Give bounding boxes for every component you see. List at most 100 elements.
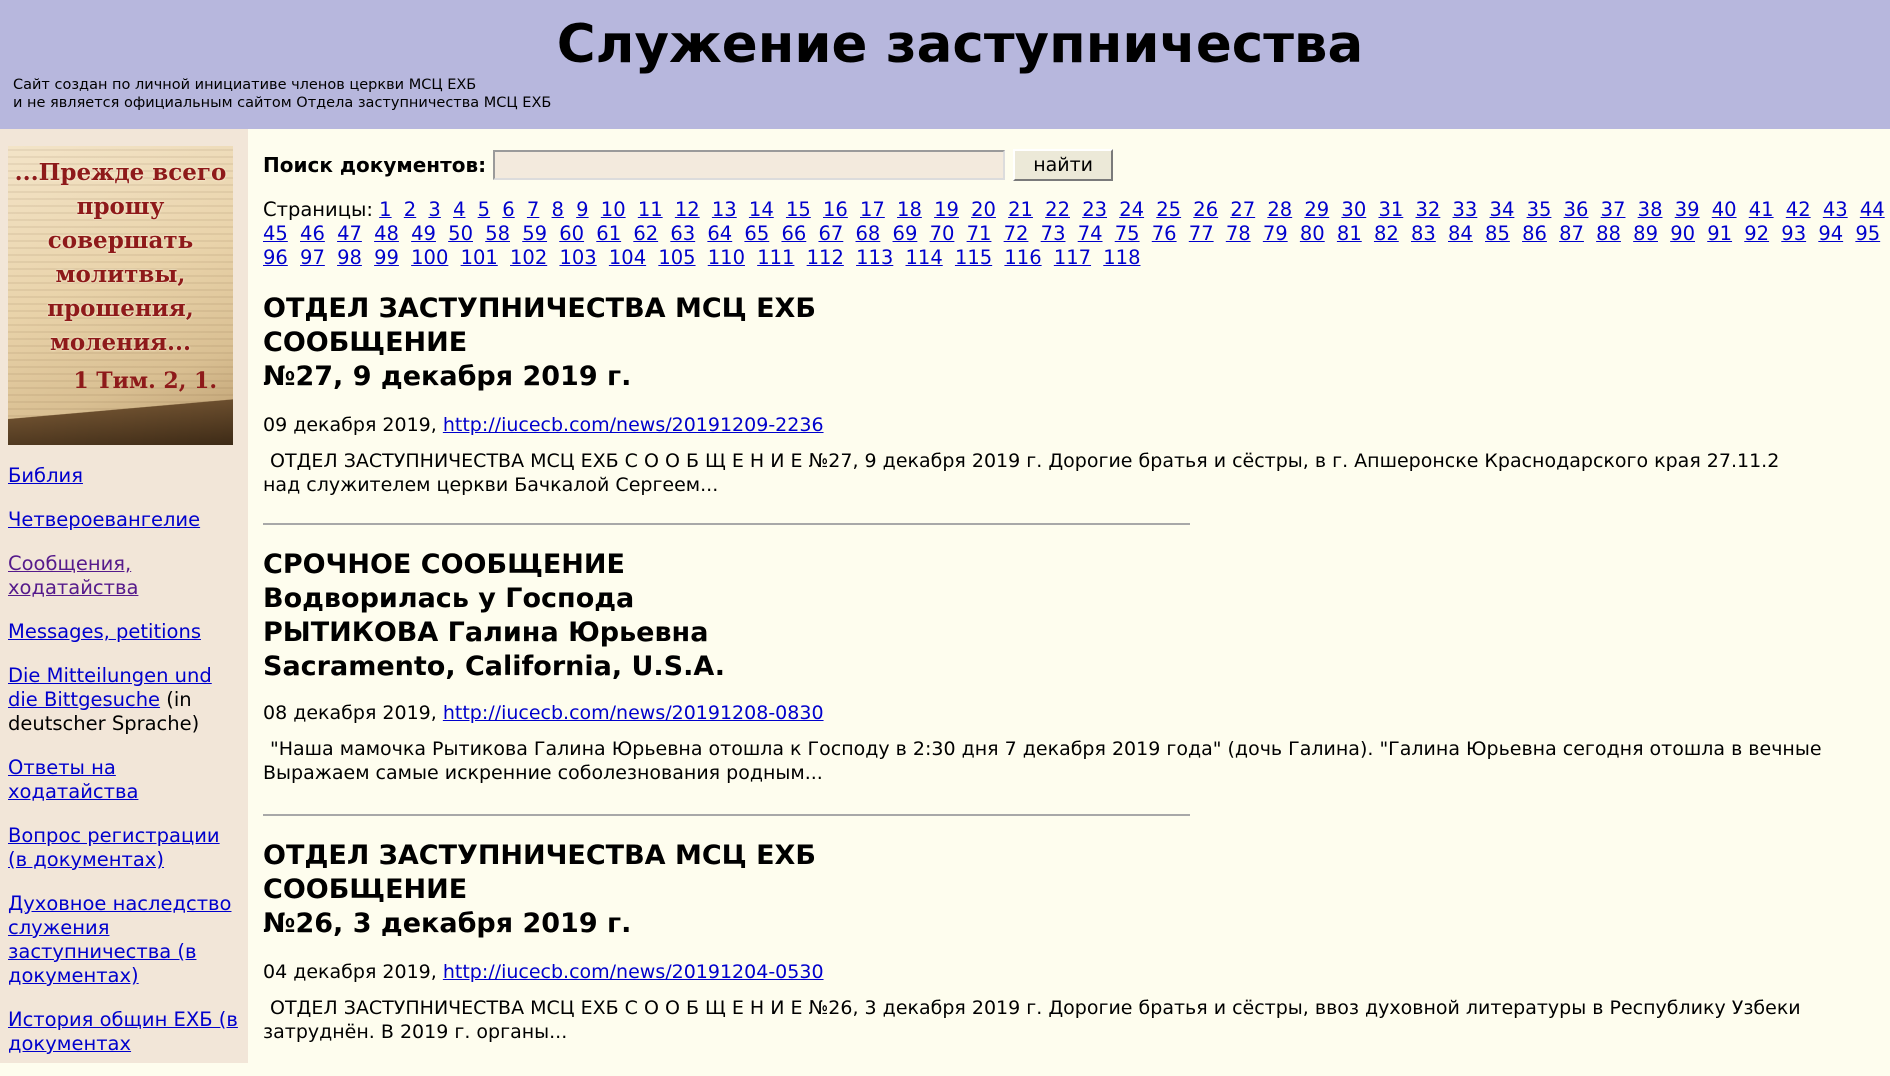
page-link[interactable]: 73 <box>1041 222 1066 245</box>
page-link[interactable]: 4 <box>453 198 465 221</box>
news-url-link[interactable]: http://iucecb.com/news/20191209-2236 <box>443 414 824 436</box>
page-link[interactable]: 62 <box>633 222 658 245</box>
page-link[interactable]: 1 <box>379 198 391 221</box>
page-link[interactable]: 113 <box>856 246 893 269</box>
page-link[interactable]: 64 <box>707 222 732 245</box>
page-link[interactable]: 97 <box>300 246 325 269</box>
sidebar-link-bible[interactable]: Библия <box>8 464 83 487</box>
page-link[interactable]: 37 <box>1601 198 1626 221</box>
sidebar-link-history[interactable]: История общин ЕХБ (в документах <box>8 1008 238 1055</box>
page-link[interactable]: 71 <box>967 222 992 245</box>
page-link[interactable]: 84 <box>1448 222 1473 245</box>
page-link[interactable]: 42 <box>1786 198 1811 221</box>
page-link[interactable]: 5 <box>478 198 490 221</box>
page-link[interactable]: 60 <box>559 222 584 245</box>
page-link[interactable]: 110 <box>708 246 745 269</box>
page-link[interactable]: 75 <box>1115 222 1140 245</box>
page-link[interactable]: 45 <box>263 222 288 245</box>
page-link[interactable]: 98 <box>337 246 362 269</box>
page-link[interactable]: 7 <box>527 198 539 221</box>
search-input[interactable] <box>493 150 1006 180</box>
page-link[interactable]: 85 <box>1485 222 1510 245</box>
sidebar-link-messages-ru[interactable]: Сообщения, ходатайства <box>8 552 138 599</box>
page-link[interactable]: 80 <box>1300 222 1325 245</box>
page-link[interactable]: 36 <box>1564 198 1589 221</box>
page-link[interactable]: 103 <box>559 246 596 269</box>
page-link[interactable]: 13 <box>712 198 737 221</box>
page-link[interactable]: 49 <box>411 222 436 245</box>
page-link[interactable]: 66 <box>781 222 806 245</box>
page-link[interactable]: 104 <box>609 246 646 269</box>
page-link[interactable]: 14 <box>749 198 774 221</box>
page-link[interactable]: 116 <box>1004 246 1041 269</box>
page-link[interactable]: 61 <box>596 222 621 245</box>
page-link[interactable]: 81 <box>1337 222 1362 245</box>
page-link[interactable]: 47 <box>337 222 362 245</box>
news-url-link[interactable]: http://iucecb.com/news/20191204-0530 <box>443 961 824 983</box>
page-link[interactable]: 18 <box>897 198 922 221</box>
page-link[interactable]: 87 <box>1559 222 1584 245</box>
page-link[interactable]: 92 <box>1744 222 1769 245</box>
page-link[interactable]: 19 <box>934 198 959 221</box>
page-link[interactable]: 30 <box>1341 198 1366 221</box>
sidebar-link-messages-en[interactable]: Messages, petitions <box>8 620 201 643</box>
page-link[interactable]: 12 <box>675 198 700 221</box>
search-button[interactable]: найти <box>1013 149 1114 181</box>
page-link[interactable]: 35 <box>1527 198 1552 221</box>
page-link[interactable]: 70 <box>930 222 955 245</box>
page-link[interactable]: 23 <box>1082 198 1107 221</box>
page-link[interactable]: 99 <box>374 246 399 269</box>
page-link[interactable]: 3 <box>428 198 440 221</box>
page-link[interactable]: 69 <box>893 222 918 245</box>
page-link[interactable]: 27 <box>1230 198 1255 221</box>
page-link[interactable]: 102 <box>510 246 547 269</box>
page-link[interactable]: 17 <box>860 198 885 221</box>
page-link[interactable]: 74 <box>1078 222 1103 245</box>
page-link[interactable]: 94 <box>1818 222 1843 245</box>
page-link[interactable]: 15 <box>786 198 811 221</box>
page-link[interactable]: 8 <box>552 198 564 221</box>
sidebar-link-gospels[interactable]: Четвероевангелие <box>8 508 200 531</box>
page-link[interactable]: 26 <box>1193 198 1218 221</box>
page-link[interactable]: 88 <box>1596 222 1621 245</box>
page-link[interactable]: 9 <box>576 198 588 221</box>
sidebar-link-heritage[interactable]: Духовное наследство служения заступничес… <box>8 892 231 987</box>
page-link[interactable]: 50 <box>448 222 473 245</box>
page-link[interactable]: 28 <box>1267 198 1292 221</box>
page-link[interactable]: 90 <box>1670 222 1695 245</box>
page-link[interactable]: 11 <box>638 198 663 221</box>
page-link[interactable]: 111 <box>757 246 794 269</box>
page-link[interactable]: 114 <box>906 246 943 269</box>
page-link[interactable]: 67 <box>818 222 843 245</box>
page-link[interactable]: 82 <box>1374 222 1399 245</box>
page-link[interactable]: 24 <box>1119 198 1144 221</box>
page-link[interactable]: 59 <box>522 222 547 245</box>
page-link[interactable]: 41 <box>1749 198 1774 221</box>
page-link[interactable]: 39 <box>1675 198 1700 221</box>
page-link[interactable]: 96 <box>263 246 288 269</box>
page-link[interactable]: 32 <box>1415 198 1440 221</box>
page-link[interactable]: 31 <box>1378 198 1403 221</box>
page-link[interactable]: 77 <box>1189 222 1214 245</box>
page-link[interactable]: 21 <box>1008 198 1033 221</box>
page-link[interactable]: 29 <box>1304 198 1329 221</box>
page-link[interactable]: 63 <box>670 222 695 245</box>
page-link[interactable]: 46 <box>300 222 325 245</box>
sidebar-link-registration[interactable]: Вопрос регистрации (в документах) <box>8 824 220 871</box>
page-link[interactable]: 101 <box>461 246 498 269</box>
page-link[interactable]: 43 <box>1823 198 1848 221</box>
page-link[interactable]: 38 <box>1638 198 1663 221</box>
page-link[interactable]: 117 <box>1054 246 1091 269</box>
page-link[interactable]: 58 <box>485 222 510 245</box>
page-link[interactable]: 16 <box>823 198 848 221</box>
page-link[interactable]: 78 <box>1226 222 1251 245</box>
page-link[interactable]: 72 <box>1004 222 1029 245</box>
page-link[interactable]: 112 <box>807 246 844 269</box>
page-link[interactable]: 76 <box>1152 222 1177 245</box>
page-link[interactable]: 83 <box>1411 222 1436 245</box>
page-link[interactable]: 10 <box>601 198 626 221</box>
page-link[interactable]: 33 <box>1453 198 1478 221</box>
page-link[interactable]: 6 <box>502 198 514 221</box>
page-link[interactable]: 2 <box>404 198 416 221</box>
page-link[interactable]: 48 <box>374 222 399 245</box>
